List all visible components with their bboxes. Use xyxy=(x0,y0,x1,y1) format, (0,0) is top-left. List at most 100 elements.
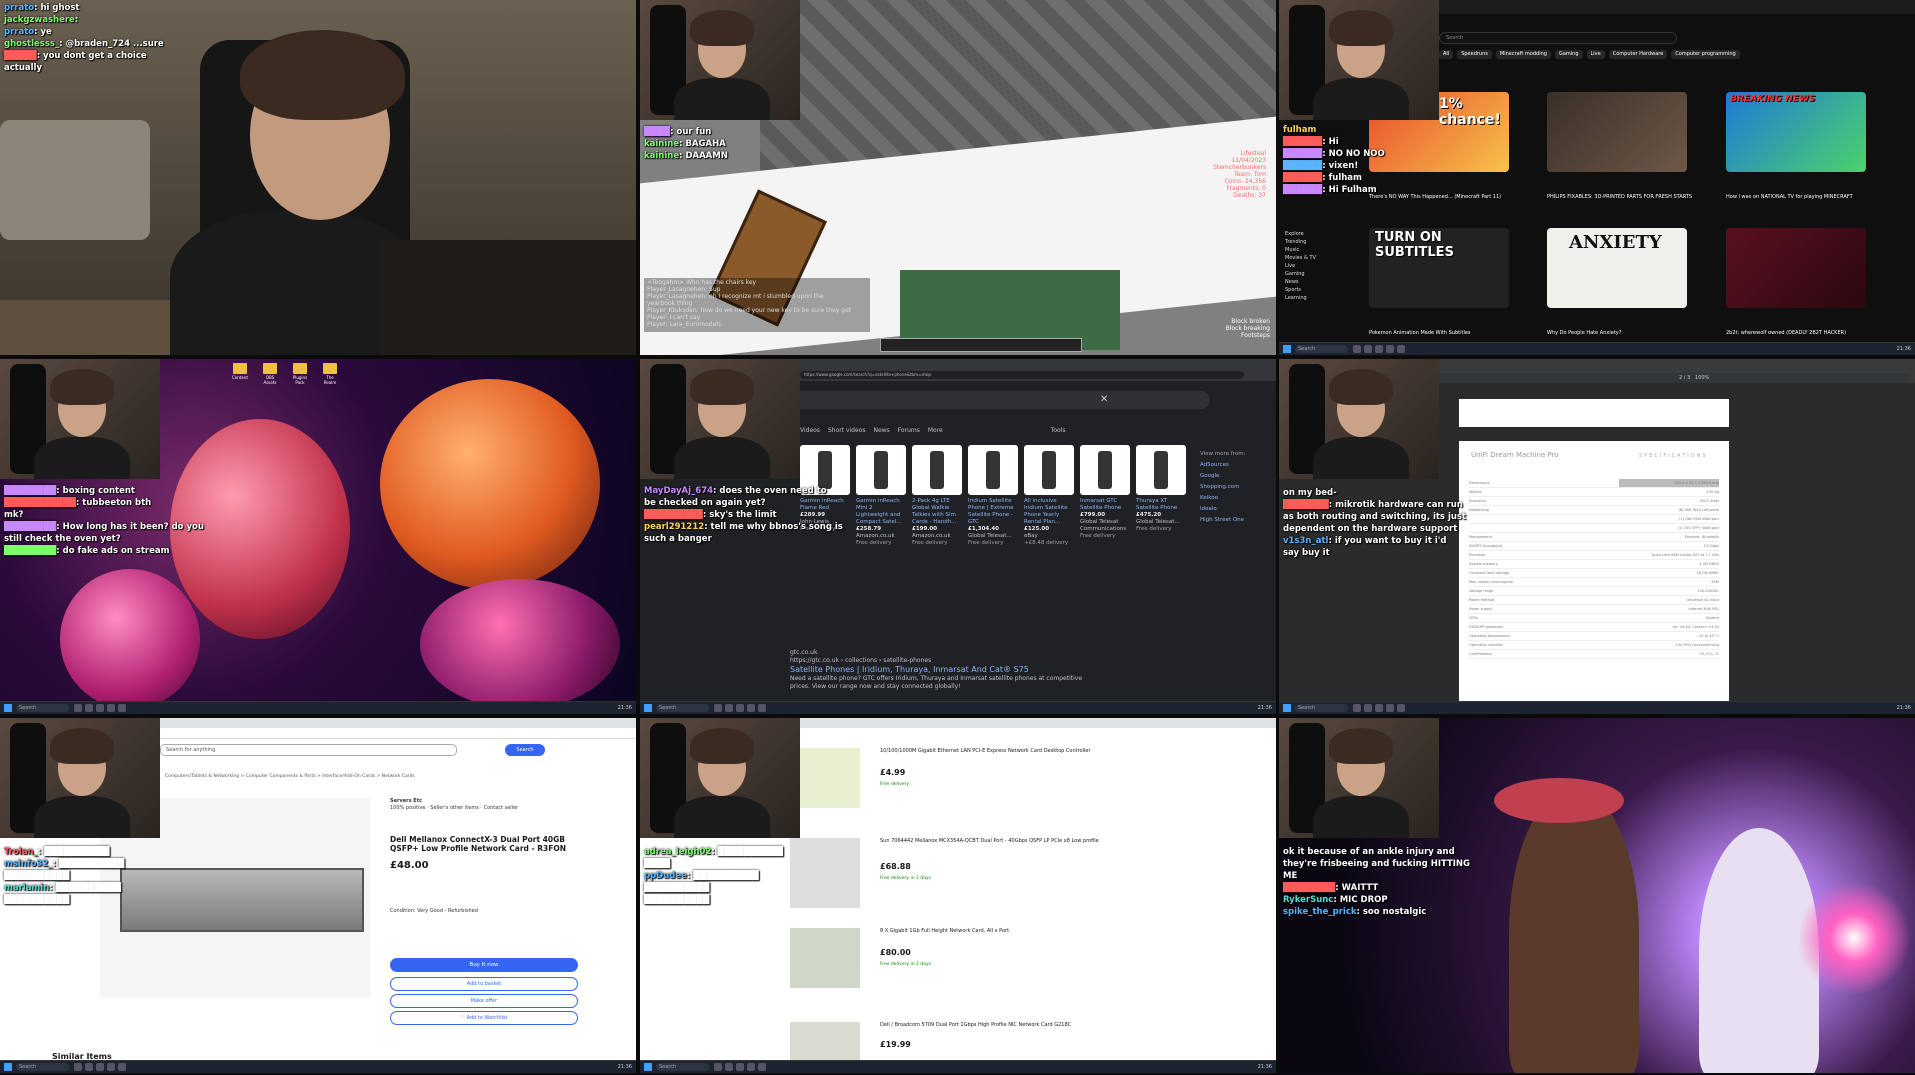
app-icon[interactable] xyxy=(714,1063,722,1071)
video-thumbnail[interactable] xyxy=(1547,92,1687,172)
product-card[interactable]: Thuraya XT Satellite Phone £475.20 Global … xyxy=(1136,445,1186,547)
windows-start-icon[interactable] xyxy=(644,704,652,712)
windows-start-icon[interactable] xyxy=(644,1063,652,1071)
item-thumbnail[interactable] xyxy=(790,1022,860,1062)
video-thumbnail[interactable] xyxy=(1726,228,1866,308)
app-icon[interactable] xyxy=(1353,345,1361,353)
breadcrumb[interactable]: Computers/Tablets & Networking > Compute… xyxy=(165,774,415,779)
view-more-link[interactable]: Google xyxy=(1200,471,1245,482)
windows-start-icon[interactable] xyxy=(1283,345,1291,353)
sidebar-item-music[interactable]: Music xyxy=(1285,246,1345,254)
product-card[interactable]: Garmin inReach Mini 2 Lightweight and Co… xyxy=(856,445,906,547)
item-thumbnail[interactable] xyxy=(790,838,860,908)
seller-name[interactable]: Servers Etc xyxy=(390,798,518,805)
item-title[interactable]: 10/100/1000M Gigabit Ethernet LAN PCI-E … xyxy=(880,748,1110,754)
video-title[interactable]: Why Do People Hate Anxiety? xyxy=(1547,330,1697,336)
app-icon[interactable] xyxy=(736,1063,744,1071)
app-icon[interactable] xyxy=(96,1063,104,1071)
item-thumbnail[interactable] xyxy=(790,928,860,988)
app-icon[interactable] xyxy=(85,704,93,712)
product-card[interactable]: Iridium Satellite Phone | Extreme Satell… xyxy=(968,445,1018,547)
sidebar-item-gaming[interactable]: Gaming xyxy=(1285,270,1345,278)
sidebar-item-learning[interactable]: Learning xyxy=(1285,294,1345,302)
taskbar-search[interactable]: Search xyxy=(656,1063,709,1071)
taskbar-search[interactable]: Search xyxy=(656,704,709,712)
chip[interactable]: Gaming xyxy=(1554,50,1583,59)
tab-videos[interactable]: Videos xyxy=(800,427,820,434)
item-title[interactable]: Dell / Broadcom 5709 Dual Port 1Gbps Hig… xyxy=(880,1022,1110,1028)
app-icon[interactable] xyxy=(1375,345,1383,353)
address-bar[interactable]: https://www.google.com/search?q=satellit… xyxy=(800,371,1244,379)
desktop-folder[interactable]: OBS Assets xyxy=(260,363,280,385)
app-icon[interactable] xyxy=(725,704,733,712)
address-bar[interactable] xyxy=(160,728,636,739)
view-more-link[interactable]: AdSources xyxy=(1200,460,1245,471)
sidebar-item-movies[interactable]: Movies & TV xyxy=(1285,254,1345,262)
app-icon[interactable] xyxy=(1364,345,1372,353)
sidebar-item-trending[interactable]: Trending xyxy=(1285,238,1345,246)
google-search-input[interactable]: ✕ xyxy=(780,391,1210,409)
sidebar-item-live[interactable]: Live xyxy=(1285,262,1345,270)
sidebar-item-sports[interactable]: Sports xyxy=(1285,286,1345,294)
video-title[interactable]: How I was on NATIONAL TV for playing MIN… xyxy=(1726,194,1876,200)
tab-short-videos[interactable]: Short videos xyxy=(828,427,866,434)
ebay-search-input[interactable]: Search for anything xyxy=(160,744,457,756)
list-item[interactable]: Sun 7064442 Mellanox MCX354A-QCBT Dual P… xyxy=(790,838,1270,918)
clear-icon[interactable]: ✕ xyxy=(1100,394,1108,405)
result-title-link[interactable]: Satellite Phones | Iridium, Thuraya, Inm… xyxy=(790,665,1090,675)
view-more-link[interactable]: Kelkoo xyxy=(1200,493,1245,504)
app-icon[interactable] xyxy=(714,704,722,712)
chip[interactable]: Computer programming xyxy=(1671,50,1740,59)
chip[interactable]: Computer Hardware xyxy=(1608,50,1668,59)
view-more-link[interactable]: Shopping.com xyxy=(1200,482,1245,493)
windows-start-icon[interactable] xyxy=(4,1063,12,1071)
view-more-link[interactable]: High Street One xyxy=(1200,515,1245,526)
item-title[interactable]: Sun 7064442 Mellanox MCX354A-QCBT Dual P… xyxy=(880,838,1110,844)
search-button[interactable]: Search xyxy=(505,744,545,756)
video-title[interactable]: PHILIPS FIXABLES: 3D-PRINTED PARTS FOR F… xyxy=(1547,194,1697,200)
chip[interactable]: Minecraft modding xyxy=(1495,50,1551,59)
sidebar-item-explore[interactable]: Explore xyxy=(1285,230,1345,238)
taskbar-search[interactable]: Search xyxy=(1295,704,1348,712)
desktop-folder[interactable]: The Realm xyxy=(320,363,340,385)
product-card[interactable]: 2-Pack 4g LTE Global Walkie Talkies with… xyxy=(912,445,962,547)
app-icon[interactable] xyxy=(1353,704,1361,712)
app-icon[interactable] xyxy=(1364,704,1372,712)
app-icon[interactable] xyxy=(1375,704,1383,712)
view-more-link[interactable]: Idealo xyxy=(1200,504,1245,515)
buy-it-now-button[interactable]: Buy It now xyxy=(390,958,578,972)
chip[interactable]: Live xyxy=(1586,50,1605,59)
app-icon[interactable] xyxy=(96,704,104,712)
app-icon[interactable] xyxy=(736,704,744,712)
list-item[interactable]: 8 X Gigabit 1Gb Full Height Network Card… xyxy=(790,928,1270,1008)
app-icon[interactable] xyxy=(118,1063,126,1071)
video-thumbnail[interactable]: BREAKING NEWS xyxy=(1726,92,1866,172)
tab-more[interactable]: More xyxy=(928,427,943,434)
taskbar-search[interactable]: Search xyxy=(1295,345,1348,353)
app-icon[interactable] xyxy=(747,704,755,712)
video-thumbnail[interactable]: ANXIETY xyxy=(1547,228,1687,308)
video-title[interactable]: There's NO WAY This Happened... (Minecra… xyxy=(1369,194,1519,200)
item-thumbnail[interactable] xyxy=(790,748,860,808)
taskbar-search[interactable]: Search xyxy=(16,1063,69,1071)
video-title[interactable]: 2b2t: wherewolf owned (DEADLY 2B2T HACKE… xyxy=(1726,330,1876,336)
page-indicator[interactable]: 2 / 3 xyxy=(1679,375,1690,381)
app-icon[interactable] xyxy=(1386,345,1394,353)
make-offer-button[interactable]: Make offer xyxy=(390,994,578,1008)
app-icon[interactable] xyxy=(118,704,126,712)
app-icon[interactable] xyxy=(1397,345,1405,353)
app-icon[interactable] xyxy=(1397,704,1405,712)
tab-forums[interactable]: Forums xyxy=(898,427,920,434)
desktop-folder[interactable]: Content xyxy=(230,363,250,385)
product-card[interactable]: All inclusive Iridium Satellite Phone Ye… xyxy=(1024,445,1074,547)
windows-start-icon[interactable] xyxy=(4,704,12,712)
app-icon[interactable] xyxy=(107,1063,115,1071)
item-title[interactable]: 8 X Gigabit 1Gb Full Height Network Card… xyxy=(880,928,1110,934)
list-item[interactable]: 10/100/1000M Gigabit Ethernet LAN PCI-E … xyxy=(790,748,1270,828)
sidebar-item-news[interactable]: News xyxy=(1285,278,1345,286)
chip[interactable]: Speedruns xyxy=(1457,50,1492,59)
app-icon[interactable] xyxy=(107,704,115,712)
windows-start-icon[interactable] xyxy=(1283,704,1291,712)
tab-news[interactable]: News xyxy=(873,427,889,434)
app-icon[interactable] xyxy=(74,704,82,712)
